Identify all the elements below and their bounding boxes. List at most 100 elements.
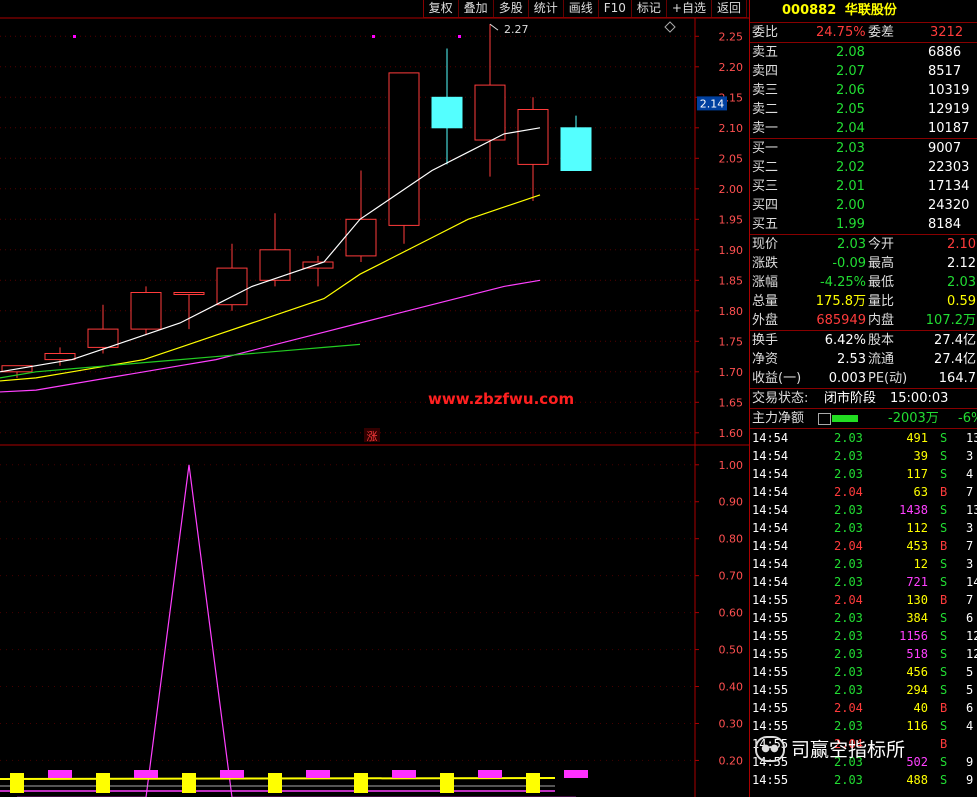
fund-value: 6.42% — [824, 333, 866, 348]
brand-watermark-text: 司赢空指标所 — [791, 739, 906, 761]
quote-label: 量比 — [868, 294, 895, 309]
asks-price: 2.04 — [836, 121, 865, 136]
toolbar-btn-6[interactable]: 标记 — [632, 0, 667, 17]
weibi-value: 24.75% — [816, 25, 866, 40]
quote-value: 0.59 — [947, 294, 976, 309]
tick-side: B — [940, 701, 948, 715]
tick-side: S — [940, 683, 948, 697]
toolbar-btn-1[interactable]: 叠加 — [459, 0, 494, 17]
tick-row: 14:55 2.03 1156 S 12 — [750, 627, 977, 645]
tick-count: 4 — [966, 719, 974, 733]
tick-price: 2.03 — [834, 683, 863, 697]
tick-price: 2.03 — [834, 647, 863, 661]
tick-price: 2.03 — [834, 773, 863, 787]
tick-side: S — [940, 629, 948, 643]
weidiff-value: 3212 — [930, 25, 964, 40]
tick-count: 3 — [966, 449, 974, 463]
bids-row: 买二 2.02 22303 — [750, 158, 977, 177]
bids-label: 买一 — [752, 141, 779, 156]
quote-panel: 000882 华联股份 委比 24.75% 委差 3212 卖五 2.08 68… — [749, 0, 977, 797]
tick-row: 14:55 2.03 518 S 12 — [750, 645, 977, 663]
weibi-label: 委比 — [752, 25, 779, 40]
stock-name: 华联股份 — [844, 3, 897, 18]
price-tick-label: 2.25 — [719, 30, 744, 43]
kline-chart[interactable]: 2.252.202.152.102.052.001.951.901.851.80… — [0, 0, 749, 797]
main-force-row[interactable]: 主力净额 -2003万 -6% — [750, 409, 977, 428]
toolbar-btn-3[interactable]: 统计 — [529, 0, 564, 17]
bids-row: 买一 2.03 9007 — [750, 139, 977, 158]
quote-value: 2.12 — [947, 256, 976, 271]
candle-body — [173, 292, 205, 295]
tick-row: 14:55 2.04 40 B 6 — [750, 699, 977, 717]
tick-volume: 491 — [906, 431, 928, 445]
quote-value: -0.09 — [832, 256, 866, 271]
tick-count: 9 — [966, 755, 974, 769]
toolbar-btn-0[interactable]: 复权 — [424, 0, 459, 17]
bids-row: 买四 2.00 24320 — [750, 196, 977, 215]
fund-value: 164.7 — [938, 371, 976, 386]
price-tick-label: 2.10 — [719, 122, 744, 135]
tick-volume: 456 — [906, 665, 928, 679]
tick-count: 3 — [966, 521, 974, 535]
tick-side: S — [940, 773, 948, 787]
tick-side: S — [940, 575, 948, 589]
tick-price: 2.03 — [834, 629, 863, 643]
tick-count: 5 — [966, 683, 974, 697]
tick-volume: 453 — [906, 539, 928, 553]
stock-code: 000882 — [782, 3, 837, 18]
main-force-label: 主力净额 — [752, 411, 805, 426]
candle — [388, 72, 420, 244]
asks-label: 卖一 — [752, 121, 779, 136]
indicator-bar — [48, 770, 72, 778]
toolbar-btn-2[interactable]: 多股 — [494, 0, 529, 17]
bids-volume: 24320 — [928, 198, 970, 213]
candle — [345, 170, 377, 262]
list-icon[interactable] — [818, 413, 831, 425]
indicator-bar — [96, 773, 110, 793]
tick-row: 14:54 2.03 112 S 3 — [750, 519, 977, 537]
tick-count: 7 — [966, 593, 974, 607]
tick-side: S — [940, 521, 948, 535]
max-price-label: 2.27 — [504, 23, 529, 36]
tick-side: S — [940, 467, 948, 481]
candle-body — [431, 96, 463, 129]
current-price-label: 2.14 — [700, 97, 725, 110]
tick-time: 14:55 — [752, 629, 789, 643]
toolbar-btn-5[interactable]: F10 — [599, 0, 632, 17]
price-tick-label: 1.90 — [719, 244, 744, 257]
quote-label: 现价 — [752, 237, 779, 252]
candle-body — [259, 249, 291, 281]
wechat-icon: ●● — [755, 735, 785, 762]
toolbar-btn-7[interactable]: +自选 — [667, 0, 712, 17]
tick-time: 14:54 — [752, 557, 789, 571]
fundamental-stats: 换手 6.42% 股本 27.4亿 净资 2.53 流通 27.4亿 收益(一) 0… — [750, 331, 977, 388]
price-tick-label: 1.95 — [719, 213, 744, 226]
stock-header: 000882 华联股份 — [750, 0, 977, 22]
toolbar-btn-8[interactable]: 返回 — [712, 0, 747, 17]
asks-row: 卖三 2.06 10319 — [750, 81, 977, 100]
indicator-bar — [354, 773, 368, 793]
quote-label: 涨跌 — [752, 256, 779, 271]
chart-toolbar: 复权 叠加 多股 统计 画线 F10 标记 +自选 返回 — [422, 0, 747, 18]
indicator-bar — [220, 770, 244, 778]
asks-volume: 6886 — [928, 45, 962, 60]
quote-value: 2.10 — [947, 237, 976, 252]
quote-row: 现价 2.03 今开 2.10 — [750, 235, 977, 254]
tick-side: S — [940, 431, 948, 445]
fund-row: 收益(一) 0.003 PE(动) 164.7 — [750, 369, 977, 388]
tick-price: 2.04 — [834, 593, 863, 607]
tick-volume: 1438 — [899, 503, 928, 517]
quote-label: 最低 — [868, 275, 895, 290]
toolbar-btn-4[interactable]: 画线 — [564, 0, 599, 17]
tick-time: 14:55 — [752, 647, 789, 661]
tick-count: 12 — [966, 647, 977, 661]
fund-value: 27.4亿 — [934, 333, 976, 348]
tick-count: 14 — [966, 575, 977, 589]
indicator-tick-label: 0.60 — [719, 607, 744, 620]
tick-time: 14:54 — [752, 575, 789, 589]
fund-label: 流通 — [868, 352, 895, 367]
candle — [87, 304, 119, 354]
tick-count: 7 — [966, 485, 974, 499]
tick-volume: 116 — [906, 719, 928, 733]
price-tick-label: 2.20 — [719, 61, 744, 74]
